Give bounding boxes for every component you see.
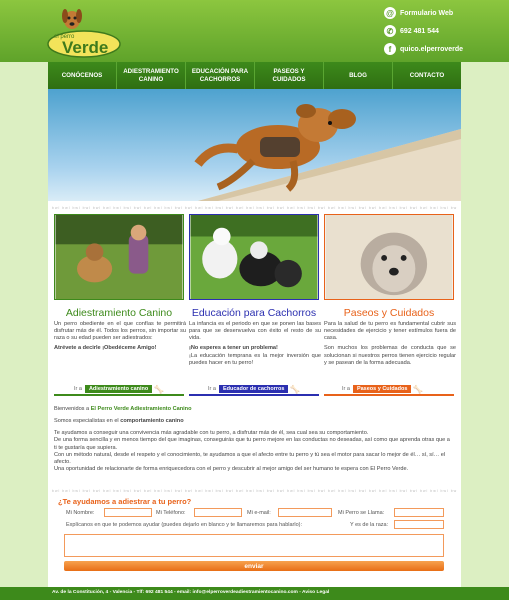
footer-text: Av. de la Constitución, 4 - Valencia - T…: [52, 590, 330, 595]
bone-icon: 🦴: [290, 384, 301, 394]
card-text-cachorros: La infancia es el periodo en que se pone…: [189, 321, 321, 366]
main-nav: CONÓCENOS ADIESTRAMIENTO CANINO EDUCACIÓ…: [48, 62, 461, 89]
nav-item-contacto[interactable]: CONTACTO: [393, 62, 461, 89]
phone-label: Mi Teléfono:: [156, 510, 186, 516]
explain-label: Explícanos en que te podemos ayudar (pue…: [66, 522, 303, 528]
training-photo: [54, 214, 184, 300]
email-label: Mi e-mail:: [247, 510, 271, 516]
web-form-label: Formulario Web: [400, 9, 454, 17]
name-input[interactable]: [104, 508, 152, 517]
jumping-dog-image: [194, 104, 461, 201]
phone-input[interactable]: [194, 508, 242, 517]
walks-photo: [324, 214, 454, 300]
hero-banner: [48, 89, 461, 201]
email-icon: @: [384, 7, 396, 19]
nav-item-paseos[interactable]: PASEOS Y CUIDADOS: [255, 62, 324, 89]
nav-item-cachorros[interactable]: EDUCACIÓN PARA CACHORROS: [186, 62, 255, 89]
form-title: ¿Te ayudamos a adiestrar a tu perro?: [58, 497, 192, 506]
email-input[interactable]: [278, 508, 332, 517]
facebook-icon: f: [384, 43, 396, 55]
card-text-adiestramiento: Un perro obediente en el que confías te …: [54, 321, 186, 352]
phone-icon: ✆: [384, 25, 396, 37]
card-title-cachorros[interactable]: Educación para Cachorros: [188, 307, 320, 319]
card-underline: [189, 394, 319, 396]
facebook-link[interactable]: f quico.elperroverde: [384, 42, 504, 56]
card-underline: [324, 394, 454, 396]
facebook-name: quico.elperroverde: [400, 45, 464, 53]
nav-item-blog[interactable]: BLOG: [324, 62, 393, 89]
card-text-paseos: Para la salud de tu perro es fundamental…: [324, 321, 456, 366]
bone-icon: 🦴: [413, 384, 424, 394]
bones-divider: bwl bwl bwl bwl bwl bwl bwl bwl bwl bwl …: [52, 489, 457, 493]
breed-label: Y es de la raza:: [350, 522, 389, 528]
dog-name-input[interactable]: [394, 508, 444, 517]
send-button[interactable]: enviar: [64, 561, 444, 571]
logo-text: Verde: [62, 38, 108, 57]
nav-item-adiestramiento[interactable]: ADIESTRAMIENTO CANINO: [117, 62, 186, 89]
card-underline: [54, 394, 184, 396]
name-label: Mi Nombre:: [66, 510, 95, 516]
site-logo[interactable]: el perro Verde: [46, 4, 122, 58]
dog-name-label: Mi Perro se Llama:: [338, 510, 385, 516]
message-textarea[interactable]: [64, 534, 444, 557]
card-title-adiestramiento[interactable]: Adiestramiento Canino: [53, 307, 185, 319]
bones-divider: bwl bwl bwl bwl bwl bwl bwl bwl bwl bwl …: [52, 206, 457, 210]
nav-item-conocenos[interactable]: CONÓCENOS: [48, 62, 117, 89]
card-title-paseos[interactable]: Paseos y Cuidados: [323, 307, 455, 319]
breed-input[interactable]: [394, 520, 444, 529]
phone-contact[interactable]: ✆ 692 481 544: [384, 24, 504, 38]
web-form-link[interactable]: @ Formulario Web: [384, 6, 504, 20]
puppies-photo: [189, 214, 319, 300]
main-content: bwl bwl bwl bwl bwl bwl bwl bwl bwl bwl …: [48, 201, 461, 587]
intro-text: Bienvenidos a El Perro Verde Adiestramie…: [54, 406, 450, 473]
footer: Av. de la Constitución, 4 - Valencia - T…: [0, 587, 509, 600]
dog-mascot-icon: [62, 9, 82, 29]
phone-number: 692 481 544: [400, 27, 439, 35]
bone-icon: 🦴: [154, 384, 165, 394]
